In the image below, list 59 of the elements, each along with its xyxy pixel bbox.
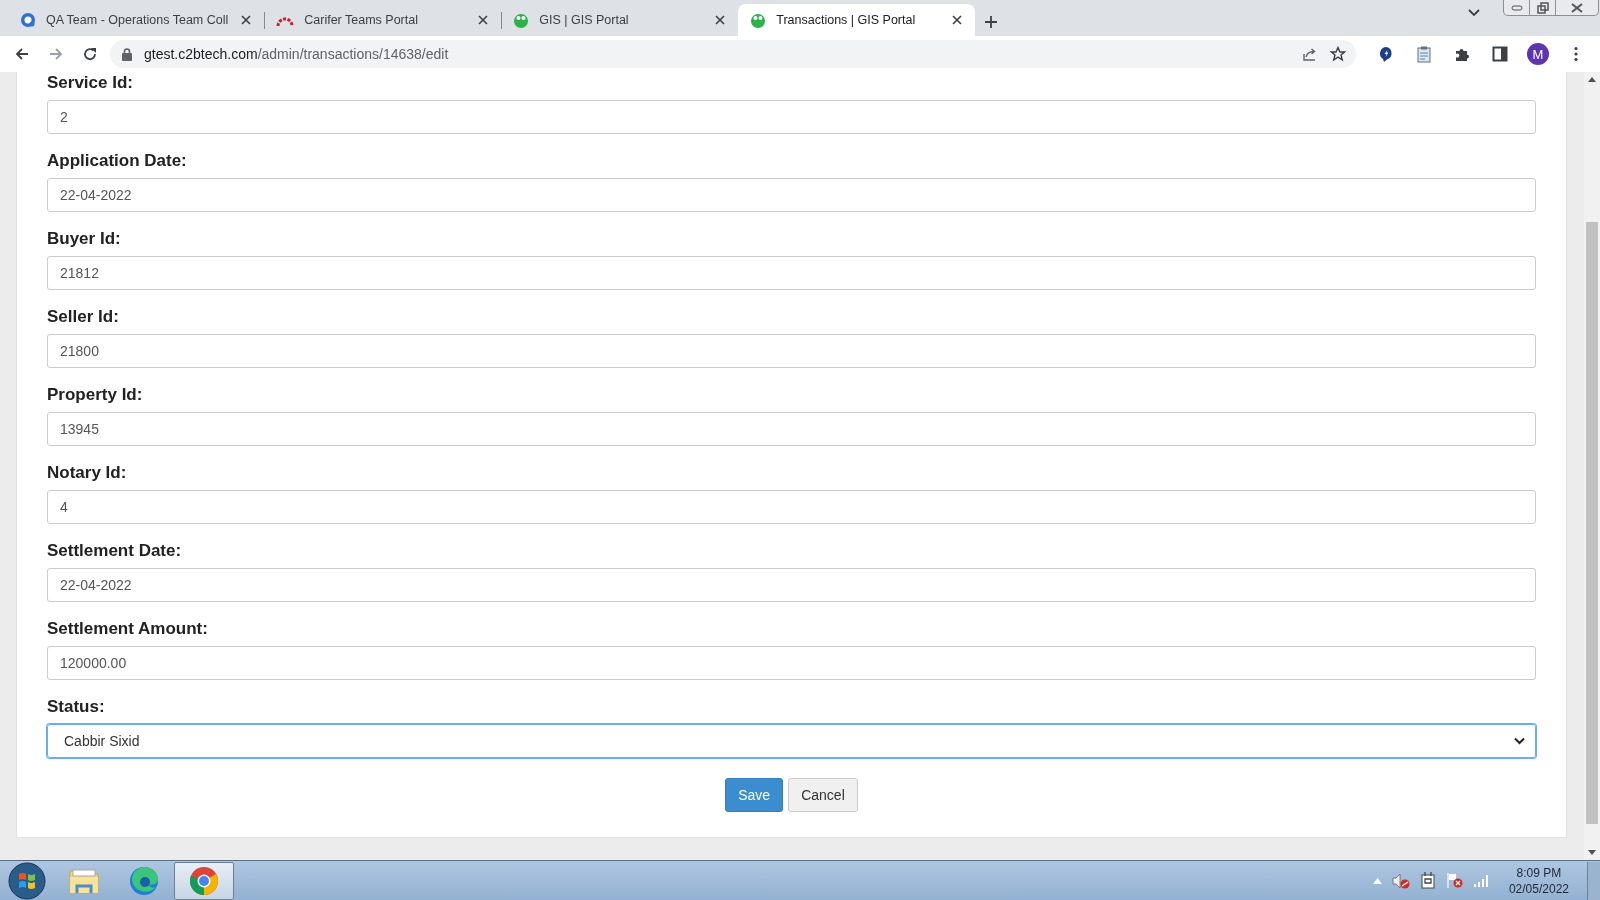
new-tab-icon[interactable] <box>983 14 1000 30</box>
start-button[interactable] <box>8 861 46 900</box>
field-label: Property Id: <box>47 384 144 406</box>
scrollbar[interactable] <box>1584 72 1600 860</box>
browser-tab[interactable]: Transactions | GIS Portal <box>738 4 976 36</box>
window-controls[interactable] <box>1503 0 1599 16</box>
browser-tab[interactable]: Carifer Teams Portal <box>264 4 502 36</box>
flag-error-icon[interactable] <box>1445 872 1464 889</box>
scrollbar-thumb[interactable] <box>1586 222 1598 824</box>
input-field[interactable]: 2 <box>47 100 1536 134</box>
back-icon[interactable] <box>14 46 30 62</box>
input-field[interactable]: 120000.00 <box>47 646 1536 680</box>
tab-logo-icon <box>513 12 530 28</box>
edge-icon[interactable] <box>128 864 160 897</box>
input-field[interactable]: 22-04-2022 <box>47 178 1536 212</box>
menu-icon[interactable] <box>1574 46 1578 62</box>
lock-icon <box>122 47 132 61</box>
status-dropdown[interactable]: Cabbir Sixid <box>47 724 1536 758</box>
puzzle-icon[interactable] <box>1454 46 1470 62</box>
tab-logo-icon <box>750 12 767 28</box>
star-icon[interactable] <box>1330 46 1346 62</box>
reload-icon[interactable] <box>82 46 98 62</box>
field-label: Settlement Date: <box>47 540 183 562</box>
input-field[interactable]: 21812 <box>47 256 1536 290</box>
address-bar[interactable]: gtest.c2btech.com/admin/transactions/14638/edit <box>110 40 1356 68</box>
minimize-icon[interactable] <box>1510 4 1523 11</box>
browser-tab[interactable]: QA Team - Operations Team Coll <box>8 4 265 36</box>
url-text: gtest.c2btech.com/admin/transactions/14638/edit <box>144 46 450 62</box>
input-field[interactable]: 21800 <box>47 334 1536 368</box>
forward-icon[interactable] <box>48 46 64 62</box>
tab-search-icon[interactable] <box>1467 8 1481 18</box>
share-icon[interactable] <box>1302 46 1318 62</box>
extension-bolt-icon[interactable] <box>1378 45 1394 63</box>
input-field[interactable]: 22-04-2022 <box>47 568 1536 602</box>
cancel-button[interactable]: Cancel <box>788 778 858 812</box>
field-label: Notary Id: <box>47 462 128 484</box>
browser-tab[interactable]: GIS | GIS Portal <box>501 4 739 36</box>
clipboard-icon[interactable] <box>1417 45 1431 63</box>
restore-icon[interactable] <box>1536 1 1549 14</box>
speaker-muted-icon[interactable] <box>1391 872 1410 889</box>
field-label: Application Date: <box>47 150 188 172</box>
folder-icon[interactable] <box>68 866 100 895</box>
scroll-up-icon[interactable] <box>1588 76 1596 82</box>
profile-avatar[interactable]: M <box>1527 43 1549 65</box>
input-field[interactable]: 4 <box>47 490 1536 524</box>
tab-logo-icon <box>20 12 36 28</box>
chrome-icon[interactable] <box>189 865 219 896</box>
taskbar-clock[interactable]: 8:09 PM 02/05/2022 <box>1508 864 1569 897</box>
field-label: Seller Id: <box>47 306 120 328</box>
field-label: Buyer Id: <box>47 228 122 250</box>
save-button[interactable]: Save <box>725 778 784 812</box>
side-panel-icon[interactable] <box>1492 46 1508 62</box>
close-icon[interactable] <box>1571 2 1583 13</box>
input-field[interactable]: 13945 <box>47 412 1536 446</box>
field-label: Settlement Amount: <box>47 618 209 640</box>
field-label: Service Id: <box>47 72 134 94</box>
field-label: Status: <box>47 696 106 718</box>
scroll-down-icon[interactable] <box>1588 850 1596 856</box>
chevron-down-icon <box>1514 737 1525 745</box>
